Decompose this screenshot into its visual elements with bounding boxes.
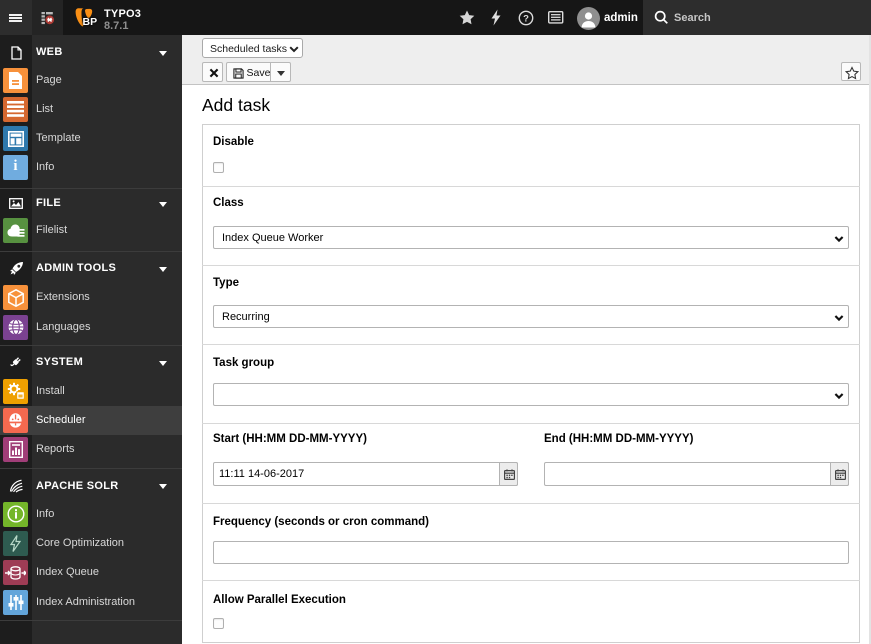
svg-text:?: ?	[523, 13, 529, 24]
